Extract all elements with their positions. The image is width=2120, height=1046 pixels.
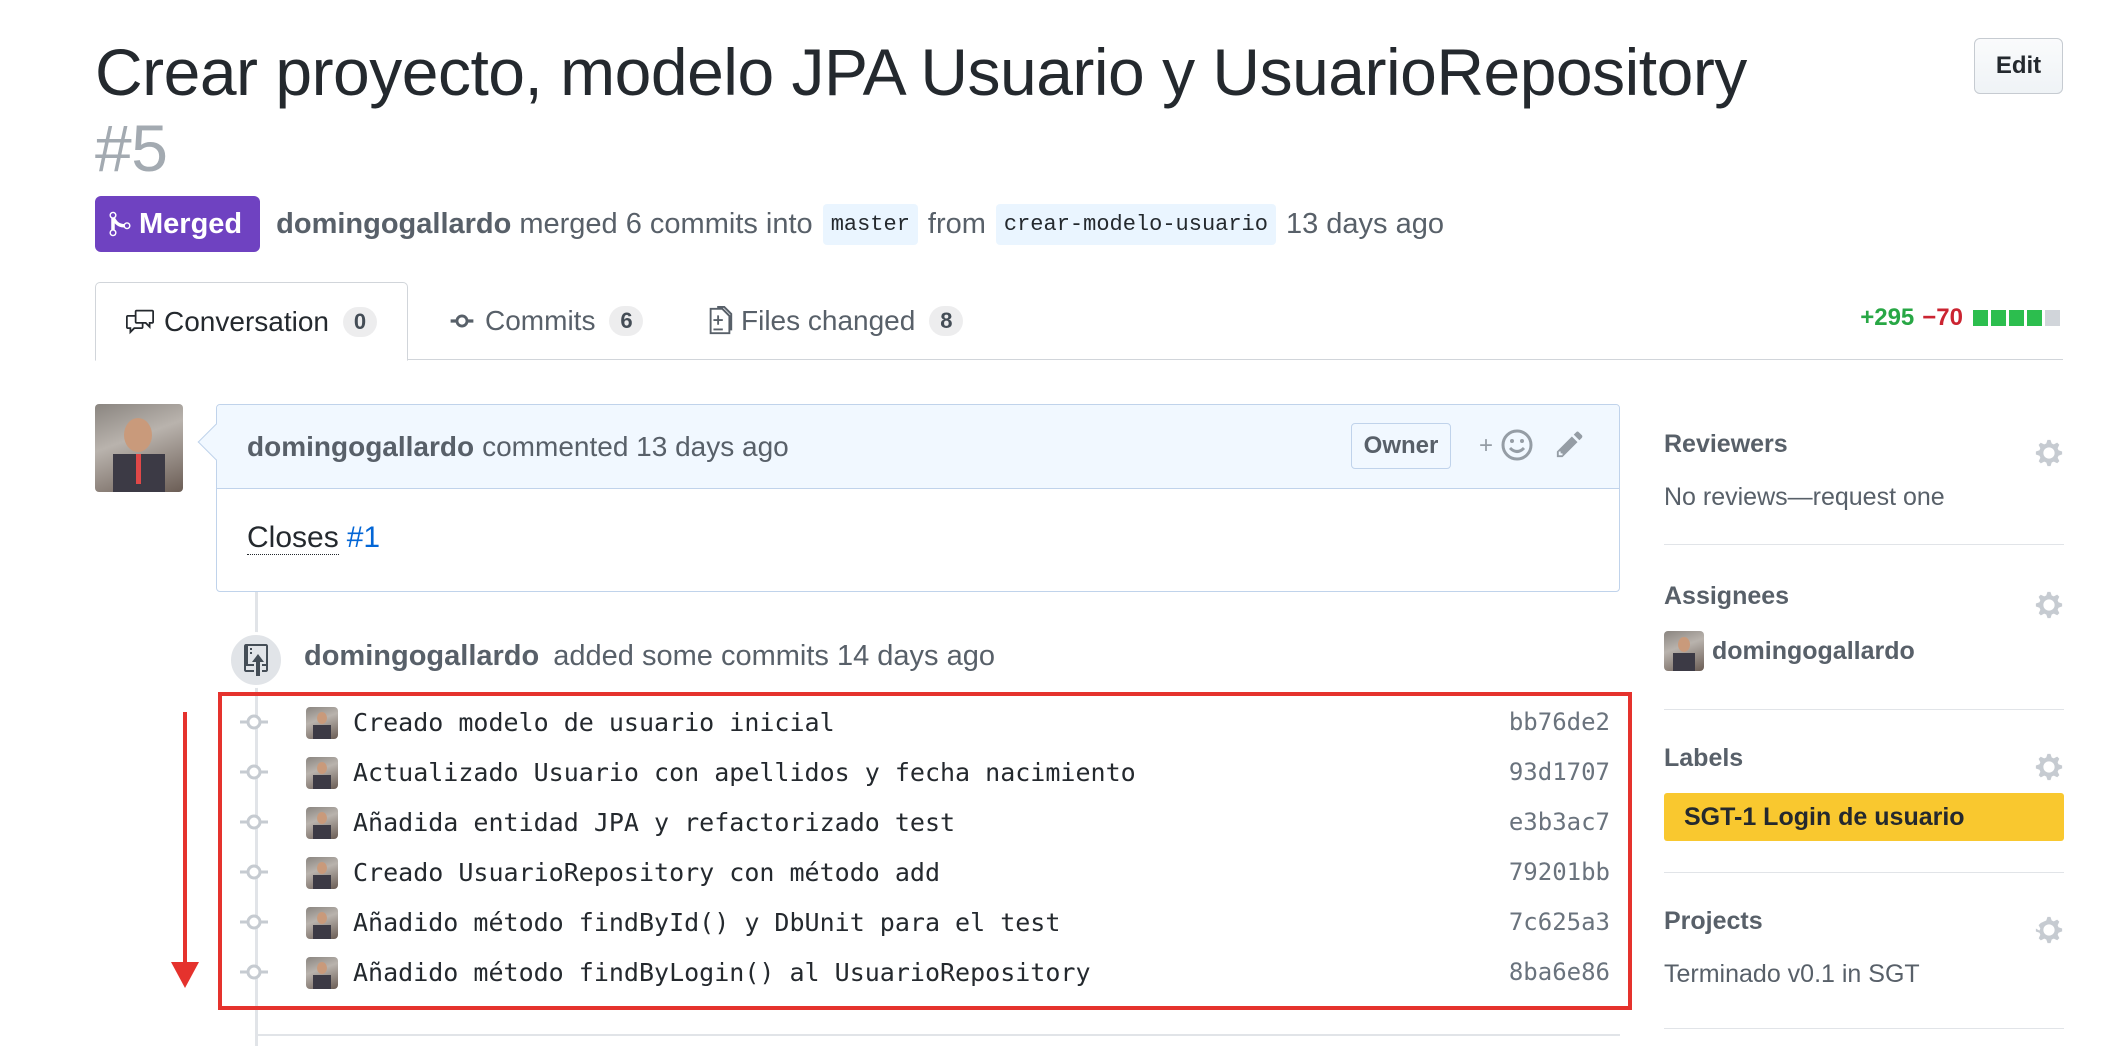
pr-title: Crear proyecto, modelo JPA Usuario y Usu… xyxy=(95,34,1895,186)
diffstat-block xyxy=(2045,310,2060,326)
comment-header: domingogallardo commented 13 days ago Ow… xyxy=(217,405,1619,489)
file-diff-icon xyxy=(709,306,733,335)
tab-commits[interactable]: Commits 6 xyxy=(447,282,644,360)
edit-comment-button[interactable] xyxy=(1555,429,1585,466)
base-branch[interactable]: master xyxy=(822,203,918,245)
git-merge-icon xyxy=(109,211,131,237)
head-branch[interactable]: crear-modelo-usuario xyxy=(995,203,1276,245)
from-text: from xyxy=(927,207,986,240)
comment: domingogallardo commented 13 days ago Ow… xyxy=(197,404,1620,592)
diffstat-block xyxy=(1991,310,2006,326)
diffstat-block xyxy=(2027,310,2042,326)
state-label: Merged xyxy=(139,207,243,240)
comment-author[interactable]: domingogallardo xyxy=(247,431,474,463)
diffstat-additions: +295 xyxy=(1860,304,1915,331)
sidebar-projects: Projects Terminado v0.1 in SGT xyxy=(1664,907,2064,989)
assignees-title[interactable]: Assignees xyxy=(1664,582,2064,611)
pr-author-link[interactable]: domingogallardo xyxy=(276,208,511,241)
sidebar-divider xyxy=(1664,709,2064,710)
diffstat-block xyxy=(1973,310,1988,326)
sidebar-divider xyxy=(1664,872,2064,873)
projects-title[interactable]: Projects xyxy=(1664,907,2064,936)
smiley-icon: + xyxy=(1479,429,1533,461)
assignee-name[interactable]: domingogallardo xyxy=(1712,637,1915,666)
label-sgt-1[interactable]: SGT-1 Login de usuario xyxy=(1664,793,2064,841)
annotation-arrow-head xyxy=(171,962,199,988)
pr-tabs: Conversation 0 Commits 6 Files changed 8… xyxy=(95,282,2063,361)
sidebar-divider xyxy=(1664,1028,2064,1029)
sidebar-labels: Labels SGT-1 Login de usuario xyxy=(1664,744,2064,841)
merge-time: 13 days ago xyxy=(1285,207,1444,240)
repo-push-icon xyxy=(244,644,268,676)
tab-conversation-count: 0 xyxy=(342,306,377,337)
comment-author-avatar[interactable] xyxy=(95,404,183,492)
pr-meta: Merged domingogallardo merged 6 commits … xyxy=(95,196,1454,252)
comment-action: commented 13 days ago xyxy=(482,430,789,462)
reviewers-title[interactable]: Reviewers xyxy=(1664,430,2064,459)
tab-files-changed[interactable]: Files changed 8 xyxy=(707,282,964,360)
tab-commits-count: 6 xyxy=(609,306,644,336)
merged-state-badge: Merged xyxy=(95,196,261,252)
pencil-icon xyxy=(1556,431,1583,458)
reviewers-value[interactable]: No reviews—request one xyxy=(1664,483,2064,512)
push-event-text: domingogallardo added some commits 14 da… xyxy=(304,640,995,673)
tab-conversation-label: Conversation xyxy=(164,305,329,337)
pr-title-text: Crear proyecto, modelo JPA Usuario y Usu… xyxy=(95,35,1747,109)
tab-files-changed-count: 8 xyxy=(929,306,964,336)
tab-files-changed-label: Files changed xyxy=(741,305,916,336)
comment-discussion-icon xyxy=(126,309,154,334)
comment-body: Closes #1 xyxy=(217,489,1619,587)
diffstat-deletions: −70 xyxy=(1922,304,1963,331)
diffstat: +295 −70 xyxy=(1860,304,2063,332)
repo-push-badge xyxy=(228,632,284,688)
push-action: added some commits 14 days ago xyxy=(553,640,995,672)
sidebar-reviewers: Reviewers No reviews—request one xyxy=(1664,430,2064,512)
timeline-divider xyxy=(255,1034,1620,1036)
projects-value[interactable]: Terminado v0.1 in SGT xyxy=(1664,960,2064,989)
tab-conversation[interactable]: Conversation 0 xyxy=(95,282,408,361)
push-author[interactable]: domingogallardo xyxy=(304,640,539,672)
issue-link[interactable]: #1 xyxy=(347,521,380,554)
diffstat-block xyxy=(2009,310,2024,326)
reaction-plus: + xyxy=(1479,432,1493,459)
sidebar-divider xyxy=(1664,544,2064,545)
assignee-avatar xyxy=(1664,631,1704,671)
labels-title[interactable]: Labels xyxy=(1664,744,2064,773)
gear-icon[interactable] xyxy=(2034,438,2064,468)
merge-text: merged 6 commits into xyxy=(519,207,813,240)
gear-icon[interactable] xyxy=(2034,915,2064,945)
tab-commits-label: Commits xyxy=(485,305,596,336)
gear-icon[interactable] xyxy=(2034,752,2064,782)
add-reaction-button[interactable]: + xyxy=(1479,427,1535,470)
edit-button[interactable]: Edit xyxy=(1974,38,2063,94)
closes-keyword: Closes xyxy=(247,521,339,555)
annotation-highlight-box xyxy=(218,692,1632,1010)
gear-icon[interactable] xyxy=(2034,590,2064,620)
sidebar-assignees: Assignees domingogallardo xyxy=(1664,582,2064,671)
pr-number: #5 xyxy=(95,111,168,185)
git-commit-icon xyxy=(450,314,474,328)
annotation-arrow-shaft xyxy=(183,712,187,964)
owner-badge: Owner xyxy=(1351,423,1451,469)
assignee[interactable]: domingogallardo xyxy=(1664,631,2064,671)
